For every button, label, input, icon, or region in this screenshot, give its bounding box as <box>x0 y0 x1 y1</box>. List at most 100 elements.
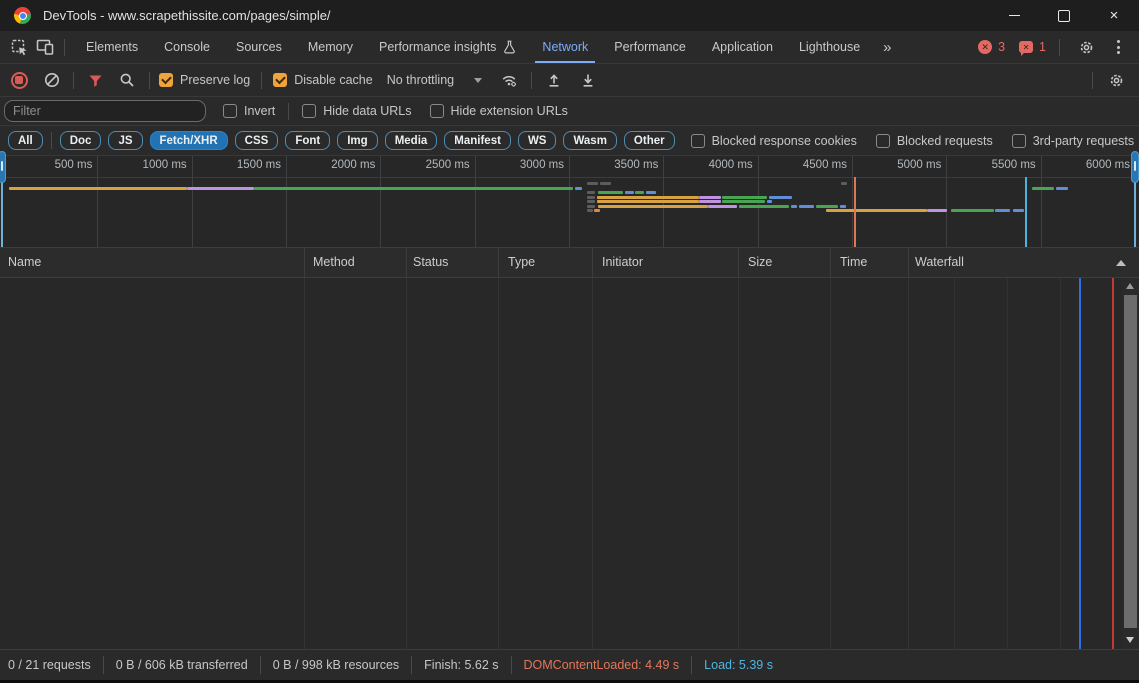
tab-elements[interactable]: Elements <box>73 31 151 63</box>
scroll-down-icon[interactable] <box>1126 637 1134 643</box>
overview-request-bar <box>187 187 254 190</box>
waterfall-gridline <box>1007 278 1008 649</box>
body-column-separator <box>830 278 831 649</box>
record-network-log-button[interactable] <box>6 67 32 93</box>
filter-toggle-button[interactable] <box>82 67 108 93</box>
tab-memory[interactable]: Memory <box>295 31 366 63</box>
tab-performance[interactable]: Performance <box>601 31 699 63</box>
tabs: ElementsConsoleSources Memory Performance … <box>73 31 873 63</box>
network-overview-timeline[interactable]: 500 ms1000 ms1500 ms2000 ms2500 ms3000 m… <box>0 156 1139 248</box>
filter-input[interactable] <box>4 100 206 122</box>
chrome-logo-icon <box>14 7 31 24</box>
filter-chip-manifest[interactable]: Manifest <box>444 131 511 150</box>
title-bar: DevTools - www.scrapethissite.com/pages/… <box>0 0 1139 31</box>
overview-left-grip[interactable] <box>0 151 6 183</box>
badges-separator <box>1059 39 1060 56</box>
device-toolbar-button[interactable] <box>32 34 58 60</box>
overview-tick-label: 5500 ms <box>964 159 1036 173</box>
hide-extension-urls-checkbox[interactable]: Hide extension URLs <box>430 104 568 118</box>
overview-request-bar <box>598 205 707 208</box>
filter-chip-css[interactable]: CSS <box>235 131 279 150</box>
tab-network[interactable]: Network <box>529 31 601 63</box>
minimize-icon <box>1009 15 1020 16</box>
blocked-requests-checkbox[interactable]: Blocked requests <box>876 134 993 148</box>
status-items: 0 / 21 requests0 B / 606 kB transferred0… <box>8 656 773 674</box>
filter-chip-font[interactable]: Font <box>285 131 330 150</box>
overview-gridline <box>192 156 193 247</box>
request-type-chips: All Doc JS Fetch/XHR CSS Font Img Media Manifest… <box>8 131 675 150</box>
status-0-b-606-kb-transferred: 0 B / 606 kB transferred <box>116 658 248 672</box>
vertical-scrollbar[interactable] <box>1122 278 1139 649</box>
tab-label: Memory <box>308 40 353 54</box>
status-domcontentloaded: DOMContentLoaded: 4.49 s <box>524 658 680 672</box>
overview-request-bar <box>841 182 848 185</box>
column-header-method[interactable]: Method <box>313 248 355 277</box>
status-separator <box>511 656 512 674</box>
error-badge-icon[interactable]: ✕ <box>978 40 992 54</box>
scrollbar-thumb[interactable] <box>1124 295 1137 628</box>
settings-button[interactable] <box>1073 34 1099 60</box>
import-har-icon <box>546 72 562 88</box>
column-header-time[interactable]: Time <box>840 248 867 277</box>
tab-lighthouse[interactable]: Lighthouse <box>786 31 873 63</box>
overview-right-grip[interactable] <box>1131 151 1139 183</box>
3rd-party-requests-label: 3rd-party requests <box>1033 134 1134 148</box>
preserve-log-checkbox-box <box>159 73 173 87</box>
3rd-party-requests-checkbox[interactable]: 3rd-party requests <box>1012 134 1134 148</box>
column-header-initiator[interactable]: Initiator <box>602 248 643 277</box>
overview-request-bar <box>816 205 838 208</box>
network-settings-button[interactable] <box>1103 67 1129 93</box>
filter-chip-doc[interactable]: Doc <box>60 131 102 150</box>
filter-chip-fetch-xhr[interactable]: Fetch/XHR <box>150 131 228 150</box>
tab-sources[interactable]: Sources <box>223 31 295 63</box>
issues-badge-icon[interactable]: ✕ <box>1019 41 1033 53</box>
tab-label: Network <box>542 40 588 54</box>
blocked-response-cookies-label: Blocked response cookies <box>712 134 857 148</box>
preserve-log-checkbox[interactable]: Preserve log <box>159 73 250 87</box>
tab-performance-insights[interactable]: Performance insights <box>366 31 529 63</box>
overview-request-bar <box>597 196 699 199</box>
column-header-status[interactable]: Status <box>413 248 448 277</box>
overview-request-bar <box>951 209 994 212</box>
import-har-button[interactable] <box>541 67 567 93</box>
filter-chip-wasm[interactable]: Wasm <box>563 131 616 150</box>
overview-request-bar <box>769 196 792 199</box>
filter-chip-img[interactable]: Img <box>337 131 377 150</box>
disable-cache-checkbox-box <box>273 73 287 87</box>
filter-chip-other[interactable]: Other <box>624 131 675 150</box>
export-har-button[interactable] <box>575 67 601 93</box>
disable-cache-checkbox[interactable]: Disable cache <box>273 73 373 87</box>
tab-label: Performance <box>614 40 686 54</box>
tab-application[interactable]: Application <box>699 31 786 63</box>
filter-chip-js[interactable]: JS <box>108 131 142 150</box>
main-menu-button[interactable] <box>1105 34 1131 60</box>
filter-chip-ws[interactable]: WS <box>518 131 557 150</box>
close-button[interactable]: × <box>1089 0 1139 31</box>
overview-request-bar <box>791 205 797 208</box>
overview-request-bar <box>587 205 595 208</box>
column-header-name[interactable]: Name <box>8 248 41 277</box>
inspect-element-button[interactable] <box>6 34 32 60</box>
blocked-response-cookies-checkbox[interactable]: Blocked response cookies <box>691 134 857 148</box>
tab-console[interactable]: Console <box>151 31 223 63</box>
network-conditions-button[interactable] <box>496 67 522 93</box>
search-button[interactable] <box>114 67 140 93</box>
hide-data-urls-checkbox[interactable]: Hide data URLs <box>302 104 411 118</box>
overview-request-bar <box>995 209 1010 212</box>
minimize-button[interactable] <box>989 0 1039 31</box>
more-tabs-button[interactable]: » <box>873 39 900 56</box>
invert-label: Invert <box>244 104 275 118</box>
throttling-select[interactable]: No throttling <box>387 73 482 87</box>
column-header-waterfall[interactable]: Waterfall <box>915 248 964 277</box>
requests-table-body[interactable] <box>0 278 1139 649</box>
filter-chip-all[interactable]: All <box>8 131 43 150</box>
clear-network-log-button[interactable] <box>39 67 65 93</box>
column-header-type[interactable]: Type <box>508 248 535 277</box>
column-header-size[interactable]: Size <box>748 248 772 277</box>
column-separator <box>830 248 831 277</box>
filter-chip-media[interactable]: Media <box>385 131 438 150</box>
scroll-up-icon[interactable] <box>1126 283 1134 289</box>
hide-data-urls-label: Hide data URLs <box>323 104 411 118</box>
maximize-button[interactable] <box>1039 0 1089 31</box>
invert-checkbox[interactable]: Invert <box>223 104 275 118</box>
